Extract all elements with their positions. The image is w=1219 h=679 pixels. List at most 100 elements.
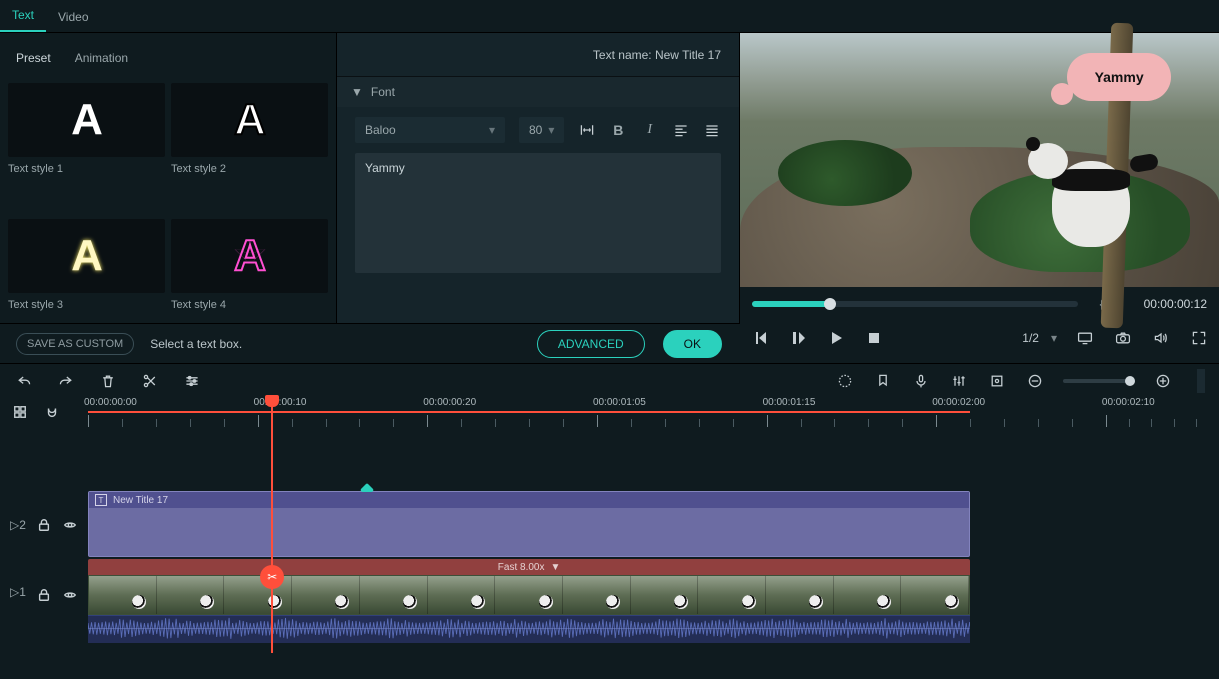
render-icon[interactable] [835, 371, 855, 391]
style-grid: A Text style 1 A Text style 2 A A [0, 77, 336, 355]
text-type-icon: T [95, 494, 107, 506]
speed-label: Fast 8.00x [498, 562, 545, 573]
style-thumb-1: A [8, 83, 165, 157]
align-left-icon[interactable] [672, 120, 689, 140]
caret-down-icon: ▼ [550, 562, 560, 573]
chevron-down-icon: ▾ [1051, 331, 1057, 345]
panels-row: Preset Animation A Text style 1 A Text s… [0, 33, 1219, 355]
lock-icon[interactable] [36, 585, 52, 605]
speed-strip[interactable]: Fast 8.00x ▼ [88, 559, 970, 575]
adjust-icon[interactable] [182, 371, 202, 391]
text-content-input[interactable]: Yammy [355, 153, 721, 273]
play-pause-button[interactable] [788, 328, 808, 348]
visibility-icon[interactable] [62, 585, 78, 605]
svg-text:A: A [71, 231, 103, 280]
speech-bubble: Yammy [1067, 53, 1171, 101]
footer-hint: Select a text box. [150, 337, 242, 351]
playhead[interactable]: ✂ [271, 397, 273, 653]
style-tile-2[interactable]: A Text style 2 [171, 83, 328, 213]
ok-button[interactable]: OK [663, 330, 722, 358]
snap-icon[interactable] [42, 402, 62, 422]
style-label-2: Text style 2 [171, 163, 328, 175]
char-spacing-icon[interactable] [578, 120, 595, 140]
audio-strip[interactable] [88, 615, 970, 643]
tracks: ▷2 TNew Title 17 ▷1 Fast 8.00x▼ ▶wond [0, 427, 1219, 653]
tab-text[interactable]: Text [0, 2, 46, 32]
save-as-custom-button[interactable]: SAVE AS CUSTOM [16, 333, 134, 355]
page-select[interactable]: 1/2 ▾ [1022, 331, 1057, 345]
volume-icon[interactable] [1151, 328, 1171, 348]
title-clip-name: New Title 17 [113, 495, 168, 506]
prev-frame-button[interactable] [750, 328, 770, 348]
title-clip[interactable]: T New Title 17 [88, 491, 970, 557]
preview-scene: Yammy [740, 33, 1219, 287]
chevron-down-icon: ▾ [489, 123, 495, 137]
chevron-down-icon: ▾ [548, 123, 554, 137]
progress-slider[interactable] [752, 301, 1078, 307]
advanced-button[interactable]: ADVANCED [537, 330, 645, 358]
subtab-preset[interactable]: Preset [4, 45, 63, 71]
fullscreen-icon[interactable] [1189, 328, 1209, 348]
preset-subtabs: Preset Animation [0, 33, 336, 77]
title-track: ▷2 T New Title 17 [0, 491, 1219, 559]
tab-video[interactable]: Video [46, 4, 100, 32]
textname-value: New Title 17 [655, 48, 721, 62]
bold-button[interactable]: B [610, 120, 627, 140]
font-family-select[interactable]: Baloo ▾ [355, 117, 505, 143]
italic-button[interactable]: I [641, 120, 658, 140]
split-icon[interactable] [140, 371, 160, 391]
style-thumb-3: A A [8, 219, 165, 293]
svg-text:A: A [71, 95, 103, 144]
playhead-cap-icon [265, 395, 279, 407]
track-id-2: ▷2 [10, 518, 26, 532]
time-ruler[interactable]: 00:00:00:0000:00:00:1000:00:00:2000:00:0… [88, 397, 1219, 427]
style-tile-1[interactable]: A Text style 1 [8, 83, 165, 213]
top-tabs: Text Video [0, 0, 1219, 33]
undo-icon[interactable] [14, 371, 34, 391]
zoom-in-icon[interactable] [1153, 371, 1173, 391]
preview-timecode: 00:00:00:12 [1144, 297, 1207, 311]
lock-icon[interactable] [36, 515, 52, 535]
play-button[interactable] [826, 328, 846, 348]
crop-icon[interactable] [987, 371, 1007, 391]
time-ruler-row: 00:00:00:0000:00:00:1000:00:00:2000:00:0… [0, 397, 1219, 427]
track-spacer [0, 427, 1219, 491]
font-size-select[interactable]: 80 ▾ [519, 117, 564, 143]
zoom-slider[interactable] [1063, 379, 1135, 383]
text-editor-panel: Text name: New Title 17 ▼ Font Baloo ▾ 8… [337, 33, 740, 355]
preview-viewport[interactable]: Yammy [740, 33, 1219, 287]
record-voice-icon[interactable] [911, 371, 931, 391]
style-label-1: Text style 1 [8, 163, 165, 175]
manage-tracks-icon[interactable] [10, 402, 30, 422]
marker-icon[interactable] [873, 371, 893, 391]
transport-row: { } 00:00:00:12 [740, 287, 1219, 321]
editor-footer: SAVE AS CUSTOM Select a text box. ADVANC… [0, 323, 740, 363]
snapshot-icon[interactable] [1113, 328, 1133, 348]
section-font-label: Font [371, 85, 395, 99]
style-thumb-4: A A [171, 219, 328, 293]
display-icon[interactable] [1075, 328, 1095, 348]
caret-down-icon: ▼ [351, 85, 363, 99]
preview-panel: Yammy { } 00:00:00:12 1/2 ▾ [740, 33, 1219, 355]
redo-icon[interactable] [56, 371, 76, 391]
style-thumb-2: A [171, 83, 328, 157]
track-id-1: ▷1 [10, 585, 26, 599]
mixer-icon[interactable] [949, 371, 969, 391]
visibility-icon[interactable] [62, 515, 78, 535]
textname-label: Text name: [593, 48, 652, 62]
video-clip[interactable]: ▶wondershare-b03e3e90-4014-4b04-aae0-b44… [88, 575, 970, 615]
page-value: 1/2 [1022, 331, 1039, 345]
timeline-toolstrip [0, 363, 1219, 397]
align-justify-icon[interactable] [704, 120, 721, 140]
stop-button[interactable] [864, 328, 884, 348]
style-label-3: Text style 3 [8, 299, 165, 311]
preset-panel: Preset Animation A Text style 1 A Text s… [0, 33, 337, 355]
zoom-out-icon[interactable] [1025, 371, 1045, 391]
svg-text:A: A [234, 95, 266, 144]
subtab-animation[interactable]: Animation [63, 45, 140, 71]
video-track: ▷1 Fast 8.00x ▼ ▶wondershare-b03e3e90-401… [0, 559, 1219, 645]
font-family-value: Baloo [365, 123, 396, 137]
delete-icon[interactable] [98, 371, 118, 391]
section-font[interactable]: ▼ Font [337, 77, 739, 107]
panel-divider[interactable] [1197, 369, 1205, 393]
